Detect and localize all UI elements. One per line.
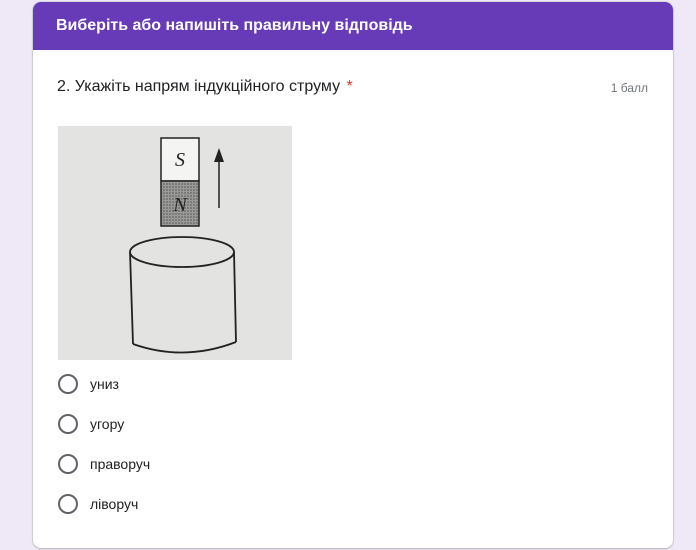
magnet-s-label: S [175,149,185,171]
radio-button[interactable] [58,454,78,474]
option-label: униз [90,376,119,392]
magnet-coil-diagram: S N [58,126,292,360]
radio-button[interactable] [58,374,78,394]
question-image: S N [58,126,292,360]
option-left[interactable]: ліворуч [57,484,150,524]
option-down[interactable]: униз [57,364,150,404]
magnet-n-label: N [172,194,188,216]
points-label: 1 балл [610,81,648,95]
required-asterisk: * [346,78,353,95]
radio-button[interactable] [58,414,78,434]
section-title: Виберіть або напишіть правильну відповід… [56,17,413,34]
answer-options: униз угору праворуч ліворуч [57,364,150,524]
question-card: Виберіть або напишіть правильну відповід… [33,2,673,548]
section-header: Виберіть або напишіть правильну відповід… [33,2,673,50]
option-label: праворуч [90,456,151,472]
option-right[interactable]: праворуч [57,444,150,484]
radio-button[interactable] [58,494,78,514]
option-label: угору [90,416,125,432]
question-text: 2. Укажіть напрям індукційного струму [57,78,341,95]
question-title: 2. Укажіть напрям індукційного струму * [57,78,353,96]
option-up[interactable]: угору [57,404,150,444]
option-label: ліворуч [90,496,139,512]
